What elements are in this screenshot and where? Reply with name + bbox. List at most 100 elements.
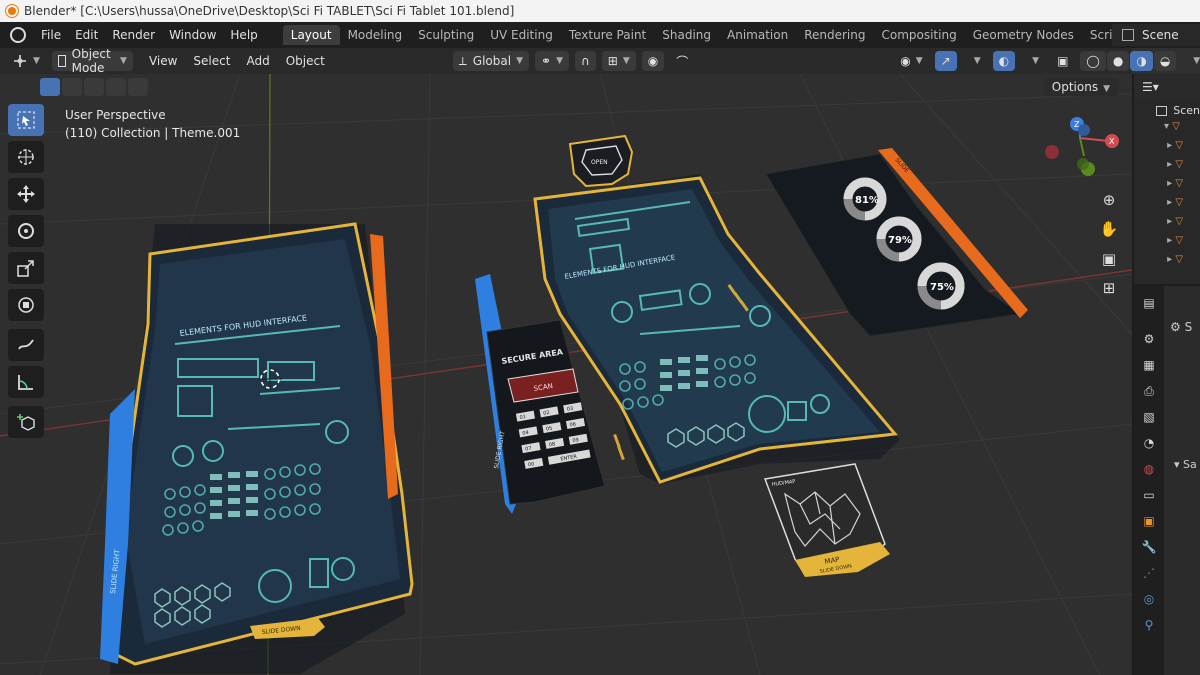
select-box-tool[interactable]: [8, 104, 44, 136]
shading-wireframe[interactable]: ◯: [1080, 51, 1106, 71]
pencil-icon: [18, 339, 34, 350]
add-cube-icon: [17, 414, 35, 431]
particles-tab[interactable]: ⋰: [1137, 562, 1161, 584]
add-cube-tool[interactable]: [8, 406, 44, 438]
collection-tab[interactable]: ▭: [1137, 484, 1161, 506]
move-tool[interactable]: [8, 178, 44, 210]
outliner-row[interactable]: ▸ ▽: [1164, 193, 1200, 212]
select-mode-new[interactable]: [40, 78, 60, 96]
workspace-tabs: Layout Modeling Sculpting UV Editing Tex…: [282, 22, 1179, 48]
overlays-icon: ◐: [998, 54, 1010, 68]
proportional-edit-toggle[interactable]: ◉: [641, 51, 665, 71]
outliner-row[interactable]: ▸ ▽: [1164, 136, 1200, 155]
tab-shading[interactable]: Shading: [654, 25, 719, 45]
select-mode-invert[interactable]: [106, 78, 126, 96]
map-panel[interactable]: HUD/MAP MAP SLIDE DOWN: [763, 463, 890, 577]
xray-toggle[interactable]: ▣: [1051, 51, 1074, 71]
mode-dropdown[interactable]: Object Mode ▼: [51, 47, 133, 75]
editor-type-button[interactable]: ▼: [6, 51, 46, 71]
tab-sculpting[interactable]: Sculpting: [410, 25, 482, 45]
shading-solid[interactable]: ●: [1106, 51, 1130, 71]
world-tab[interactable]: ◍: [1137, 458, 1161, 480]
shading-material[interactable]: ◑: [1130, 51, 1153, 71]
blender-menu-icon[interactable]: [10, 27, 26, 43]
tool-tab[interactable]: ⚙: [1137, 328, 1161, 350]
gizmo-toggle[interactable]: ↗: [934, 51, 957, 71]
tab-rendering[interactable]: Rendering: [796, 25, 873, 45]
tab-layout[interactable]: Layout: [282, 25, 340, 45]
gizmo-dropdown[interactable]: ▼: [963, 51, 987, 71]
outliner-row[interactable]: ▾ ▽: [1164, 117, 1200, 136]
outliner-scene-row[interactable]: Scen: [1134, 100, 1200, 117]
tab-texture-paint[interactable]: Texture Paint: [561, 25, 654, 45]
menu-edit[interactable]: Edit: [68, 28, 105, 42]
view-layer-tab[interactable]: ▧: [1137, 406, 1161, 428]
options-dropdown[interactable]: Options ▼: [1043, 78, 1118, 96]
properties-editor-icon[interactable]: ▤: [1137, 292, 1161, 314]
grid-icon: ⊞: [1102, 279, 1116, 297]
measure-tool[interactable]: [8, 366, 44, 398]
shading-dropdown[interactable]: ▼: [1182, 51, 1200, 71]
zoom-button[interactable]: ⊕: [1097, 188, 1121, 212]
menu-file[interactable]: File: [34, 28, 68, 42]
physics-tab[interactable]: ◎: [1137, 588, 1161, 610]
select-mode-subtract[interactable]: [84, 78, 104, 96]
scale-icon: [17, 260, 34, 277]
outliner-row[interactable]: ▸ ▽: [1164, 250, 1200, 269]
snap-toggle[interactable]: ∩: [574, 51, 596, 71]
viewport-menu-add[interactable]: Add: [238, 54, 277, 68]
transform-orientation-dropdown[interactable]: ⟂ Global ▼: [452, 51, 529, 71]
scale-tool[interactable]: [8, 252, 44, 284]
menu-window[interactable]: Window: [162, 28, 223, 42]
visibility-dropdown[interactable]: ◉ ▼: [894, 51, 928, 71]
outliner-row[interactable]: ▸ ▽: [1164, 174, 1200, 193]
output-tab[interactable]: ⎙: [1137, 380, 1161, 402]
properties-tool-icon: ⚙: [1170, 320, 1181, 334]
viewport-menu-view[interactable]: View: [141, 54, 185, 68]
pivot-point-dropdown[interactable]: ⚭ ▼: [535, 51, 569, 71]
blender-logo-icon: [6, 5, 18, 17]
object-tab[interactable]: ▣: [1137, 510, 1161, 532]
outliner-row[interactable]: ▸ ▽: [1164, 231, 1200, 250]
scene-tab[interactable]: ◔: [1137, 432, 1161, 454]
viewport-menu-select[interactable]: Select: [185, 54, 238, 68]
tab-animation[interactable]: Animation: [719, 25, 796, 45]
stats-panel[interactable]: 81% 79% 75% SLIDE: [765, 148, 1028, 337]
snap-target-dropdown[interactable]: ⊞ ▼: [601, 51, 636, 71]
outliner-row[interactable]: ▸ ▽: [1164, 155, 1200, 174]
viewport-menu-object[interactable]: Object: [278, 54, 333, 68]
tab-modeling[interactable]: Modeling: [340, 25, 411, 45]
scene-selector[interactable]: Scene: [1112, 24, 1200, 46]
pan-button[interactable]: ✋: [1097, 217, 1121, 241]
annotate-tool[interactable]: [8, 329, 44, 361]
menu-render[interactable]: Render: [105, 28, 162, 42]
outliner-row[interactable]: ▸ ▽: [1164, 212, 1200, 231]
constraints-tab[interactable]: ⚲: [1137, 614, 1161, 636]
cursor-tool[interactable]: [8, 141, 44, 173]
render-tab[interactable]: ▦: [1137, 354, 1161, 376]
overlays-dropdown[interactable]: ▼: [1021, 51, 1045, 71]
3d-viewport[interactable]: ELEMENTS FOR HUD INTERFACE SLIDE RIGHT S…: [0, 74, 1132, 675]
falloff-icon: ⌒: [676, 54, 689, 69]
select-mode-extend[interactable]: [62, 78, 82, 96]
overlays-toggle[interactable]: ◐: [992, 51, 1016, 71]
shading-rendered[interactable]: ◒: [1153, 51, 1177, 71]
tab-uv-editing[interactable]: UV Editing: [482, 25, 561, 45]
perspective-toggle-button[interactable]: ⊞: [1097, 276, 1121, 300]
outliner-editor-icon[interactable]: ☰▾: [1142, 80, 1159, 94]
rotate-tool[interactable]: [8, 215, 44, 247]
tab-geometry-nodes[interactable]: Geometry Nodes: [965, 25, 1082, 45]
navigation-gizmo[interactable]: Z X: [1040, 116, 1126, 186]
menu-help[interactable]: Help: [223, 28, 264, 42]
properties-section-header[interactable]: ▾ Sa: [1174, 458, 1197, 471]
transform-tool[interactable]: [8, 289, 44, 321]
tablet-left[interactable]: ELEMENTS FOR HUD INTERFACE SLIDE RIGHT S…: [100, 222, 414, 674]
viewport-perspective-label: User Perspective: [65, 108, 166, 122]
select-mode-intersect[interactable]: [128, 78, 148, 96]
3d-cursor-icon: [18, 149, 34, 165]
open-badge[interactable]: OPEN: [568, 134, 634, 188]
modifier-tab[interactable]: 🔧: [1137, 536, 1161, 558]
falloff-dropdown[interactable]: ⌒: [670, 51, 694, 71]
camera-view-button[interactable]: ▣: [1097, 247, 1121, 271]
tab-compositing[interactable]: Compositing: [873, 25, 964, 45]
